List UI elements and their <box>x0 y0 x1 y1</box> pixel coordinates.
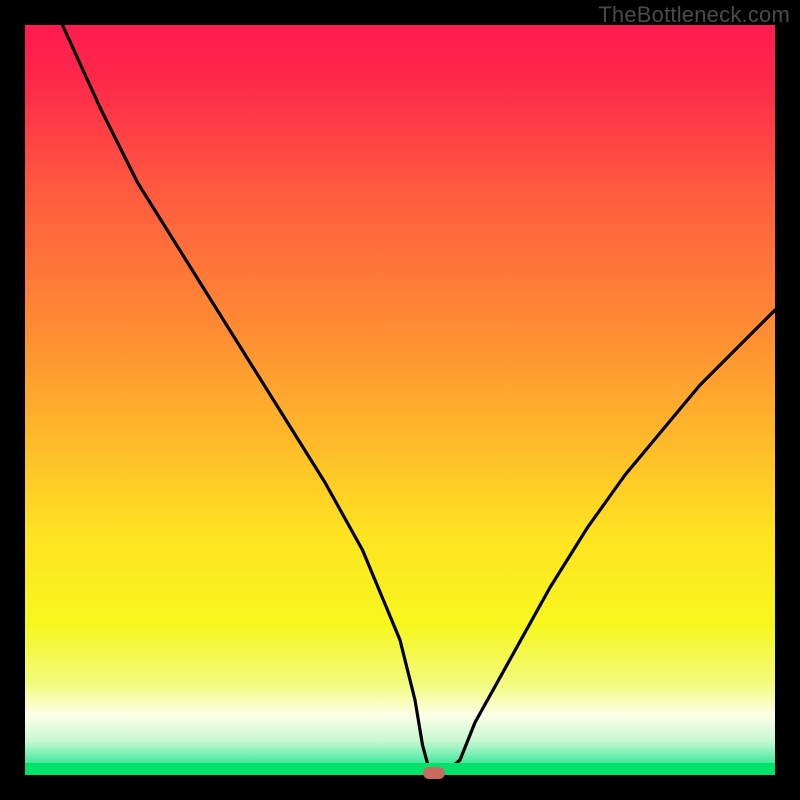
chart-svg <box>25 25 775 775</box>
green-baseline-band <box>25 763 775 775</box>
chart-frame: TheBottleneck.com <box>0 0 800 800</box>
gradient-background <box>25 25 775 775</box>
minimum-marker <box>423 767 445 779</box>
plot-area <box>25 25 775 775</box>
watermark-text: TheBottleneck.com <box>598 2 790 28</box>
